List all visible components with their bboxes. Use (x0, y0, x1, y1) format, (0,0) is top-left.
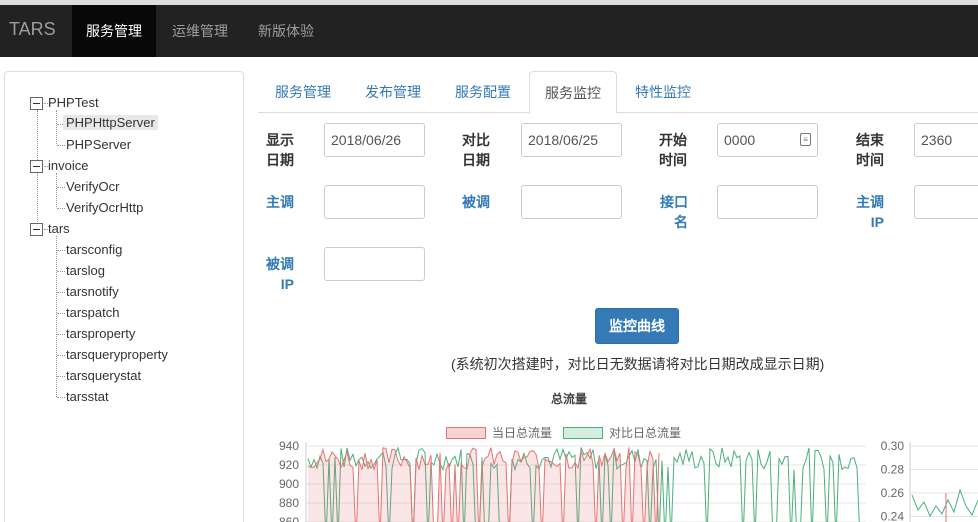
y-tick-label: 880 (279, 496, 299, 510)
y-tick-label: 0.24 (881, 510, 905, 522)
y-tick-label: 0.28 (881, 463, 905, 477)
y-tick-label: 0.26 (881, 486, 905, 500)
y-tick-label: 0.30 (881, 439, 905, 453)
y-tick-label: 860 (279, 515, 299, 522)
y-tick-label: 920 (279, 458, 299, 472)
y-tick-label: 900 (279, 477, 299, 491)
y-tick-label: 940 (279, 439, 299, 453)
traffic-charts: 940 920 900 880 860 0.30 0.28 0.26 0.24 (279, 439, 978, 522)
series-line-compare-2 (911, 488, 978, 518)
